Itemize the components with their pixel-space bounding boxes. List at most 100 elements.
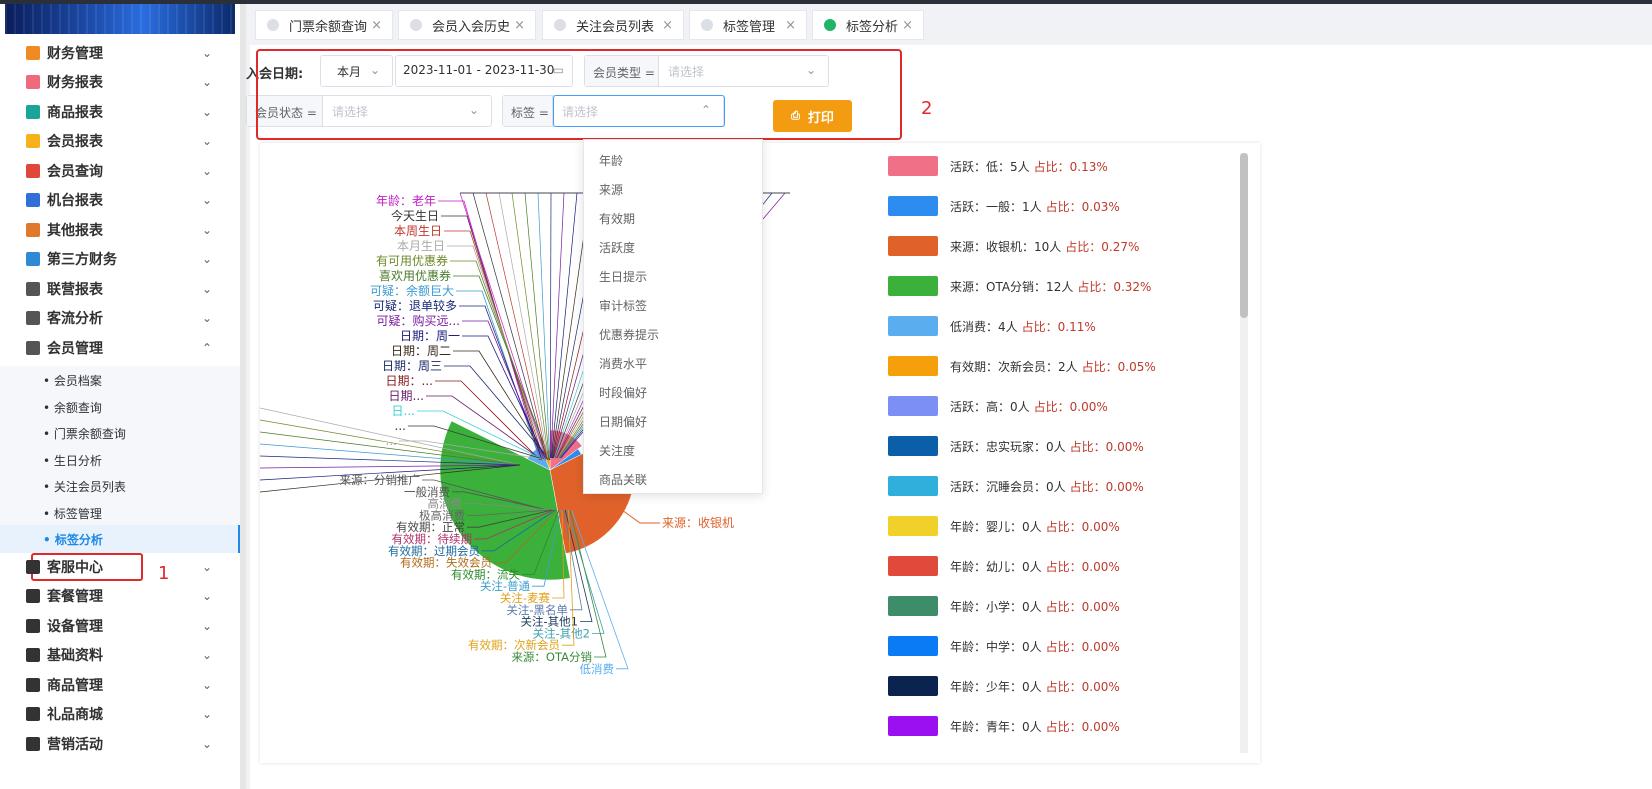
dropdown-option-2[interactable]: 有效期	[584, 204, 762, 233]
tab-4[interactable]: 标签分析 ×	[812, 10, 924, 40]
sidebar-item-bottom-3[interactable]: 基础资料 ⌄	[0, 640, 240, 671]
tab-label: 标签分析	[846, 19, 899, 35]
legend-item[interactable]: 年龄：婴儿：0人 占比：0.00%	[888, 514, 1228, 538]
dropdown-option-7[interactable]: 消费水平	[584, 349, 762, 378]
tab-label: 门票余额查询	[289, 19, 368, 35]
legend-item[interactable]: 活跃：忠实玩家：0人 占比：0.00%	[888, 434, 1228, 458]
machine-report-icon	[26, 193, 40, 207]
legend-item[interactable]: 年龄：青年：0人 占比：0.00%	[888, 714, 1228, 738]
legend-swatch	[888, 676, 938, 696]
close-icon[interactable]: ×	[902, 18, 913, 33]
slice-label: 来源：收银机	[662, 516, 734, 530]
dropdown-option-label: 消费水平	[599, 357, 648, 371]
sidebar-item-top-8[interactable]: 联营报表 ⌄	[0, 273, 240, 304]
submenu-item-label: • 生日分析	[43, 453, 102, 468]
legend-item[interactable]: 低消费：4人 占比：0.11%	[888, 314, 1228, 338]
legend-item[interactable]: 年龄：少年：0人 占比：0.00%	[888, 674, 1228, 698]
sidebar-item-bottom-5[interactable]: 礼品商城 ⌄	[0, 699, 240, 730]
tab-2[interactable]: 关注会员列表 ×	[542, 10, 684, 40]
dropdown-option-3[interactable]: 活跃度	[584, 233, 762, 262]
sidebar-item-top-10[interactable]: 会员管理 ⌃	[0, 332, 240, 363]
dropdown-option-label: 优惠券提示	[599, 328, 660, 342]
tab-1[interactable]: 会员入会历史 ×	[398, 10, 536, 40]
legend-item[interactable]: 来源：OTA分销：12人 占比：0.32%	[888, 274, 1228, 298]
legend-item[interactable]: 年龄：中学：0人 占比：0.00%	[888, 634, 1228, 658]
dropdown-option-label: 日期偏好	[599, 415, 648, 429]
chevron-down-icon: ⌄	[202, 311, 213, 325]
sidebar-item-bottom-1[interactable]: 套餐管理 ⌄	[0, 581, 240, 612]
legend-scrollbar-thumb[interactable]	[1240, 153, 1248, 318]
sidebar-item-top-4[interactable]: 会员查询 ⌄	[0, 155, 240, 186]
submenu-item-3[interactable]: • 生日分析	[0, 445, 240, 474]
sidebar-item-top-0[interactable]: 财务管理 ⌄	[0, 37, 240, 68]
legend-item[interactable]: 来源：收银机：10人 占比：0.27%	[888, 234, 1228, 258]
legend-item[interactable]: 年龄：幼儿：0人 占比：0.00%	[888, 554, 1228, 578]
sidebar-item-label: 第三方财务	[47, 252, 117, 268]
legend-percent: 占比：0.11%	[1021, 319, 1096, 334]
member-report-icon	[26, 134, 40, 148]
legend-label: 年龄：婴儿：0人	[950, 519, 1042, 534]
legend-item[interactable]: 有效期：次新会员：2人 占比：0.05%	[888, 354, 1228, 378]
submenu-item-2[interactable]: • 门票余额查询	[0, 419, 240, 447]
file-icon	[26, 648, 40, 662]
submenu-item-6[interactable]: • 标签分析	[0, 525, 240, 553]
tag-icon	[26, 707, 40, 721]
slice-label: 日期：...	[386, 374, 433, 388]
dropdown-option-label: 审计标签	[599, 299, 648, 313]
sidebar-item-top-9[interactable]: 客流分析 ⌄	[0, 303, 240, 334]
chevron-down-icon: ⌄	[202, 104, 213, 119]
finance-report-icon	[26, 75, 40, 89]
headset-icon	[26, 559, 40, 574]
legend-item[interactable]: 年龄：小学：0人 占比：0.00%	[888, 594, 1228, 618]
close-icon[interactable]: ×	[514, 18, 525, 33]
legend-label: 活跃：高：0人	[950, 399, 1030, 414]
legend-item[interactable]: 活跃：高：0人 占比：0.00%	[888, 394, 1228, 418]
submenu-item-4[interactable]: • 关注会员列表	[0, 472, 240, 500]
dropdown-option-1[interactable]: 来源	[584, 175, 762, 204]
sidebar-item-bottom-6[interactable]: 营销活动 ⌄	[0, 728, 240, 759]
submenu-item-0[interactable]: • 会员档案	[0, 366, 240, 394]
chart-legend: 活跃：低：5人 占比：0.13% 活跃：一般：1人 占比：0.03% 来源：收银机：10…	[888, 154, 1228, 744]
chevron-down-icon: ⌄	[202, 193, 213, 207]
close-icon[interactable]: ×	[785, 18, 796, 33]
legend-swatch	[888, 716, 938, 736]
legend-label: 活跃：一般：1人	[950, 199, 1042, 214]
dropdown-option-10[interactable]: 关注度	[584, 436, 762, 465]
legend-item[interactable]: 活跃：低：5人 占比：0.13%	[888, 154, 1228, 178]
dropdown-option-9[interactable]: 日期偏好	[584, 407, 762, 436]
sidebar-item-bottom-4[interactable]: 商品管理 ⌄	[0, 669, 240, 700]
legend-label: 活跃：沉睡会员：0人	[950, 479, 1066, 494]
wrench-icon	[26, 618, 40, 633]
tab-3[interactable]: 标签管理 ×	[689, 10, 807, 40]
dropdown-option-6[interactable]: 优惠券提示	[584, 320, 762, 349]
legend-item[interactable]: 活跃：一般：1人 占比：0.03%	[888, 194, 1228, 218]
dropdown-option-0[interactable]: 年龄	[584, 146, 762, 175]
sidebar-item-top-3[interactable]: 会员报表 ⌄	[0, 126, 240, 157]
user-circle-icon	[26, 340, 40, 355]
legend-label: 来源：OTA分销：12人	[950, 279, 1074, 294]
sidebar-item-top-5[interactable]: 机台报表 ⌄	[0, 185, 240, 216]
sidebar-item-bottom-0[interactable]: 客服中心 ⌄	[0, 551, 240, 582]
submenu-item-1[interactable]: • 余额查询	[0, 392, 240, 421]
close-icon[interactable]: ×	[662, 18, 673, 33]
sidebar-item-top-6[interactable]: 其他报表 ⌄	[0, 214, 240, 245]
sidebar-item-top-1[interactable]: 财务报表 ⌄	[0, 67, 240, 98]
slice-label: 本周生日	[394, 224, 442, 238]
swap-icon	[26, 677, 40, 692]
dropdown-option-8[interactable]: 时段偏好	[584, 378, 762, 407]
dropdown-option-11[interactable]: 商品关联	[584, 465, 762, 494]
calculator-icon	[26, 252, 40, 266]
tab-0[interactable]: 门票余额查询 ×	[255, 10, 393, 40]
dropdown-option-5[interactable]: 审计标签	[584, 291, 762, 320]
legend-item[interactable]: 活跃：沉睡会员：0人 占比：0.00%	[888, 474, 1228, 498]
dropdown-option-label: 有效期	[599, 212, 636, 226]
slice-label: 日期：周二	[391, 344, 451, 358]
legend-label: 活跃：忠实玩家：0人	[950, 439, 1066, 454]
sidebar-item-bottom-2[interactable]: 设备管理 ⌄	[0, 610, 240, 641]
slice-label: 日期...	[389, 389, 424, 403]
sidebar-item-top-2[interactable]: 商品报表 ⌄	[0, 96, 240, 127]
sidebar-item-top-7[interactable]: 第三方财务 ⌄	[0, 244, 240, 275]
dropdown-option-4[interactable]: 生日提示	[584, 262, 762, 291]
close-icon[interactable]: ×	[371, 18, 382, 33]
submenu-item-5[interactable]: • 标签管理	[0, 498, 240, 527]
